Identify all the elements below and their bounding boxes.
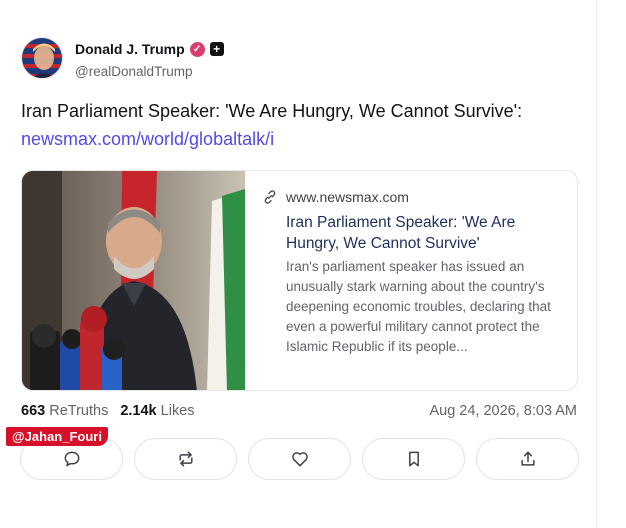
plus-icon: + <box>209 42 224 56</box>
share-icon <box>520 451 535 466</box>
preview-domain-row: www.newsmax.com <box>262 189 409 205</box>
heart-icon <box>291 452 308 467</box>
author-name-row: Donald J. Trump ✓ + <box>75 41 224 57</box>
engagement-stats: 663 ReTruths 2.14k Likes <box>21 403 195 419</box>
post-timestamp[interactable]: Aug 24, 2026, 8:03 AM <box>429 403 577 419</box>
preview-image <box>22 171 245 390</box>
preview-title: Iran Parliament Speaker: 'We Are Hungry,… <box>286 214 516 252</box>
bookmark-icon <box>408 451 419 467</box>
post-card: Donald J. Trump ✓ + @realDonaldTrump Ira… <box>0 0 597 528</box>
like-button[interactable] <box>248 438 351 480</box>
preview-description: Iran's parliament speaker has issued an … <box>286 259 551 354</box>
likes-stat[interactable]: 2.14k Likes <box>120 403 194 419</box>
share-button[interactable] <box>476 438 579 480</box>
watermark-label: @Jahan_Fouri <box>6 427 108 446</box>
preview-domain: www.newsmax.com <box>286 189 409 205</box>
action-bar <box>20 438 580 482</box>
reply-icon <box>64 451 79 467</box>
likes-count: 2.14k <box>120 403 157 419</box>
verified-icon: ✓ <box>189 41 205 57</box>
author-handle[interactable]: @realDonaldTrump <box>75 64 193 79</box>
link-preview-card[interactable]: www.newsmax.com Iran Parliament Speaker:… <box>21 170 578 391</box>
bookmark-button[interactable] <box>362 438 465 480</box>
link-icon <box>264 190 276 204</box>
author-display-name[interactable]: Donald J. Trump <box>75 41 185 57</box>
retruths-count: 663 <box>21 403 46 419</box>
likes-label: Likes <box>160 403 195 419</box>
retruths-label: ReTruths <box>49 403 109 419</box>
post-link[interactable]: newsmax.com/world/globaltalk/i <box>21 129 274 150</box>
post-text: Iran Parliament Speaker: 'We Are Hungry,… <box>21 101 523 121</box>
avatar[interactable] <box>21 37 63 79</box>
retruths-stat[interactable]: 663 ReTruths <box>21 403 108 419</box>
retruth-icon <box>178 451 193 467</box>
retruth-button[interactable] <box>134 438 237 480</box>
